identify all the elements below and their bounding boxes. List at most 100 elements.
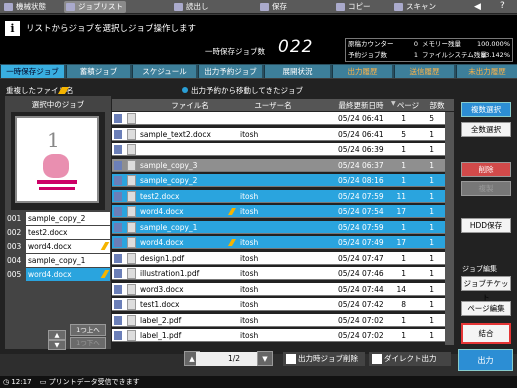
table-row[interactable]: test2.docx itosh 05/24 07:59 11 1 bbox=[112, 189, 454, 203]
job-ticket-button[interactable]: ジョブチケット bbox=[461, 276, 511, 302]
delete-button[interactable]: 削除 bbox=[461, 162, 511, 177]
table-row[interactable]: word4.docx itosh 05/24 07:54 17 1 bbox=[112, 205, 454, 218]
table-row[interactable]: 05/24 06:39 1 1 bbox=[112, 143, 454, 156]
table-row[interactable]: illustration1.pdf itosh 05/24 07:46 1 1 bbox=[112, 267, 454, 280]
job-edit-label: ジョブ編集 bbox=[462, 265, 497, 273]
duplicate-button[interactable]: 複製 bbox=[461, 181, 511, 196]
row-updated: 05/24 07:54 bbox=[338, 207, 384, 216]
table-row[interactable]: label_1.pdf itosh 05/24 07:02 1 1 bbox=[112, 329, 454, 342]
row-filename: label_2.pdf bbox=[140, 315, 182, 325]
document-type-icon bbox=[114, 284, 122, 294]
selected-job-item[interactable]: 002 test2.docx bbox=[5, 226, 111, 239]
document-type-icon bbox=[114, 114, 122, 123]
copy-icon bbox=[336, 3, 345, 11]
document-type-icon bbox=[114, 207, 122, 216]
row-pages: 1 bbox=[401, 176, 406, 185]
table-row[interactable]: word4.docx itosh 05/24 07:49 17 1 bbox=[112, 236, 454, 249]
table-row[interactable]: test1.docx itosh 05/24 07:42 8 1 bbox=[112, 298, 454, 311]
column-pages[interactable]: ページ bbox=[396, 100, 420, 111]
combine-button[interactable]: 結合 bbox=[461, 323, 511, 344]
direct-output-checkbox[interactable]: ダイレクト出力 bbox=[369, 352, 451, 366]
row-filename: test1.docx bbox=[140, 300, 180, 309]
hdd-save-button[interactable]: HDD保存 bbox=[461, 218, 511, 233]
table-scrollbar[interactable] bbox=[445, 112, 454, 345]
scroll-down-button[interactable]: ▼ bbox=[48, 340, 66, 350]
row-pages: 8 bbox=[401, 300, 406, 309]
reserve-value: 1 bbox=[413, 51, 418, 59]
row-filename: test2.docx bbox=[140, 191, 180, 201]
selected-job-item[interactable]: 001 sample_copy_2 bbox=[5, 212, 111, 225]
move-up-button[interactable]: 1つ上へ bbox=[70, 324, 106, 336]
thumbnail-icon bbox=[127, 144, 136, 155]
row-user: itosh bbox=[240, 315, 259, 325]
row-copies: 1 bbox=[429, 145, 434, 154]
table-row[interactable]: sample_copy_3 05/24 06:37 1 1 bbox=[112, 158, 454, 172]
row-copies: 1 bbox=[429, 315, 434, 325]
row-updated: 05/24 07:02 bbox=[338, 331, 384, 340]
tab-schedule[interactable]: スケジュール bbox=[132, 65, 196, 78]
menu-scan[interactable]: スキャン bbox=[392, 1, 440, 13]
tab-stored-jobs[interactable]: 蓄積ジョブ bbox=[66, 65, 130, 78]
table-row[interactable]: word3.docx itosh 05/24 07:44 14 1 bbox=[112, 282, 454, 296]
menu-job-list[interactable]: ジョブリスト bbox=[64, 1, 126, 13]
row-copies: 5 bbox=[429, 114, 434, 123]
column-copies[interactable]: 部数 bbox=[426, 100, 448, 111]
multi-select-button[interactable]: 複数選択 bbox=[461, 102, 511, 117]
table-row[interactable]: design1.pdf itosh 05/24 07:47 1 1 bbox=[112, 251, 454, 265]
tab-temporary-jobs[interactable]: 一時保存ジョブ bbox=[0, 65, 64, 78]
job-count-value: 022 bbox=[278, 37, 314, 57]
table-row[interactable]: sample_text2.docx itosh 05/24 06:41 5 1 bbox=[112, 127, 454, 141]
row-filename: word4.docx bbox=[140, 238, 184, 247]
move-down-button[interactable]: 1つ下へ bbox=[70, 337, 106, 349]
row-user: itosh bbox=[240, 300, 259, 309]
row-filename: sample_copy_3 bbox=[140, 160, 198, 170]
tab-send-history[interactable]: 送信履歴 bbox=[394, 65, 454, 78]
table-row[interactable]: sample_copy_1 05/24 07:59 1 1 bbox=[112, 220, 454, 234]
select-all-button[interactable]: 全数選択 bbox=[461, 122, 511, 137]
row-user: itosh bbox=[240, 269, 259, 278]
menu-save[interactable]: 保存 bbox=[258, 1, 298, 13]
column-updated[interactable]: 最終更新日時 bbox=[330, 100, 392, 111]
menu-recall[interactable]: 読出し bbox=[172, 1, 216, 13]
row-updated: 05/24 07:44 bbox=[338, 284, 384, 294]
row-filename: sample_copy_2 bbox=[140, 176, 198, 185]
counter-label: 原稿カウンター bbox=[348, 40, 394, 48]
table-row[interactable]: label_2.pdf itosh 05/24 07:02 1 1 bbox=[112, 313, 454, 327]
status-message: プリントデータ受信できます bbox=[48, 378, 140, 386]
document-type-icon bbox=[114, 222, 122, 232]
row-pages: 1 bbox=[401, 269, 406, 278]
thumbnail-icon bbox=[127, 330, 136, 341]
selected-job-item[interactable]: 003 word4.docx bbox=[5, 240, 111, 253]
volume-icon[interactable]: ◀ bbox=[474, 2, 484, 12]
table-row[interactable]: 05/24 06:41 1 5 bbox=[112, 112, 454, 125]
row-filename: sample_text2.docx bbox=[140, 129, 211, 139]
row-updated: 05/24 07:59 bbox=[338, 191, 384, 201]
row-updated: 05/24 06:41 bbox=[338, 114, 384, 123]
checkbox-box bbox=[286, 354, 296, 364]
clock-icon: ◷ bbox=[3, 378, 10, 386]
column-filename[interactable]: ファイル名 bbox=[150, 100, 230, 111]
tab-output-reserved[interactable]: 出力予約ジョブ bbox=[198, 65, 262, 78]
selected-job-item[interactable]: 005 word4.docx bbox=[5, 268, 111, 281]
row-updated: 05/24 06:37 bbox=[338, 160, 384, 170]
output-button[interactable]: 出力 bbox=[458, 349, 513, 371]
scroll-up-button[interactable]: ▲ bbox=[48, 330, 66, 340]
delete-on-output-checkbox[interactable]: 出力時ジョブ削除 bbox=[283, 352, 365, 366]
blue-dot-icon bbox=[182, 87, 188, 93]
tab-rip-status[interactable]: 展開状況 bbox=[264, 65, 330, 78]
selected-job-item[interactable]: 004 sample_copy_1 bbox=[5, 254, 111, 267]
table-row[interactable]: sample_copy_2 05/24 08:16 1 1 bbox=[112, 174, 454, 187]
thumbnail-icon bbox=[127, 299, 136, 310]
tab-unoutput-history[interactable]: 未出力履歴 bbox=[456, 65, 517, 78]
row-pages: 14 bbox=[396, 284, 406, 294]
info-icon: i bbox=[5, 21, 20, 36]
menu-machine-status[interactable]: 機械状態 bbox=[2, 1, 48, 13]
help-icon[interactable]: ? bbox=[500, 1, 512, 13]
tab-output-history[interactable]: 出力履歴 bbox=[332, 65, 392, 78]
column-user[interactable]: ユーザー名 bbox=[238, 100, 308, 111]
page-edit-button[interactable]: ページ編集 bbox=[461, 301, 511, 316]
page-next-button[interactable]: ▼ bbox=[257, 351, 273, 366]
row-updated: 05/24 07:02 bbox=[338, 315, 384, 325]
menu-copy[interactable]: コピー bbox=[334, 1, 374, 13]
row-user: itosh bbox=[240, 129, 259, 139]
